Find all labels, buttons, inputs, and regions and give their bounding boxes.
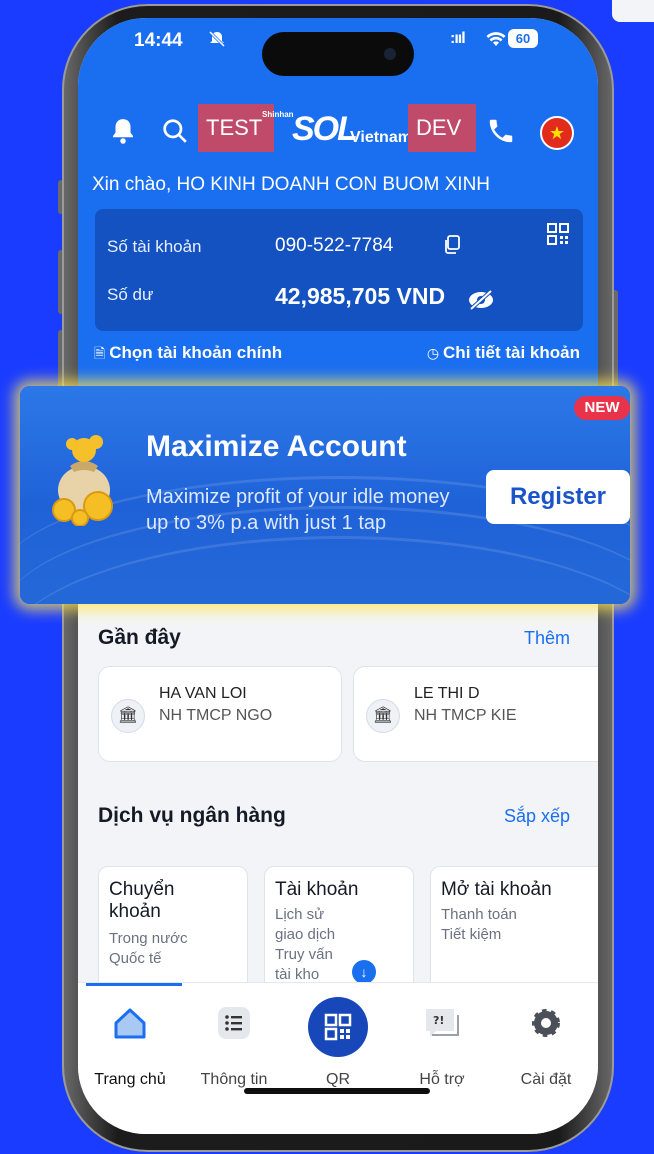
money-bag-icon bbox=[52, 435, 113, 526]
tab-label: QR bbox=[326, 1071, 350, 1088]
search-icon[interactable] bbox=[162, 118, 188, 144]
bank-icon: 🏛 bbox=[366, 699, 400, 733]
home-icon bbox=[114, 1008, 146, 1039]
service-sub: Trong nước bbox=[109, 930, 188, 947]
account-number-label: Số tài khoản bbox=[107, 237, 202, 256]
signal-icon: :ııl bbox=[450, 30, 466, 47]
logo-country: Vietnam bbox=[350, 129, 412, 146]
register-button[interactable]: Register bbox=[486, 470, 630, 524]
document-icon: 🗎 bbox=[94, 345, 106, 361]
scroll-down-icon[interactable]: ↓ bbox=[352, 960, 376, 984]
qr-code-icon[interactable] bbox=[547, 223, 569, 245]
choose-main-account-label: Chọn tài khoản chính bbox=[109, 343, 283, 362]
services-title: Dịch vụ ngân hàng bbox=[98, 804, 286, 827]
account-card: Số tài khoản 090-522-7784 Số dư 42,985,7… bbox=[95, 209, 583, 331]
svg-text:?!: ?! bbox=[433, 1014, 444, 1027]
service-title: Mở tài khoản bbox=[441, 879, 552, 900]
service-title-line: khoản bbox=[109, 901, 161, 922]
language-flag-icon[interactable]: ★ bbox=[540, 116, 574, 150]
account-details-label: Chi tiết tài khoản bbox=[443, 343, 580, 362]
recent-contact-name: LE THI D bbox=[414, 685, 480, 702]
settings-icon bbox=[532, 1009, 560, 1037]
corner-tab bbox=[612, 0, 654, 22]
battery-indicator: 60 bbox=[508, 29, 538, 48]
recent-contact-card[interactable]: 🏛 HA VAN LOI NH TMCP NGO bbox=[98, 666, 342, 762]
service-sub: Lịch sử bbox=[275, 906, 325, 923]
bank-icon: 🏛 bbox=[111, 699, 145, 733]
greeting-text: Xin chào, HO KINH DOANH CON BUOM XINH bbox=[92, 174, 491, 195]
notification-bell-icon[interactable] bbox=[108, 116, 138, 146]
service-sub: Thanh toán bbox=[441, 906, 517, 923]
status-bar: 14:44 :ııl 60 bbox=[78, 18, 598, 76]
balance-label: Số dư bbox=[107, 285, 154, 304]
copy-icon[interactable] bbox=[443, 235, 461, 255]
service-title: Tài khoản bbox=[275, 879, 359, 900]
logo-sol: SOL bbox=[292, 110, 358, 148]
tab-label: Hỗ trợ bbox=[419, 1071, 465, 1088]
qr-fab-button bbox=[308, 997, 368, 1057]
service-sub: giao dịch bbox=[275, 926, 336, 943]
services-sort-link[interactable]: Sắp xếp bbox=[504, 806, 570, 827]
recent-contact-bank: NH TMCP KIE bbox=[414, 707, 517, 724]
dynamic-island bbox=[262, 32, 414, 76]
recent-contact-name: HA VAN LOI bbox=[159, 685, 247, 702]
choose-main-account-link[interactable]: 🗎 Chọn tài khoản chính bbox=[94, 343, 282, 367]
service-sub: Quốc tế bbox=[109, 950, 162, 967]
status-time: 14:44 bbox=[134, 30, 183, 51]
hide-balance-icon[interactable] bbox=[467, 289, 495, 311]
support-icon: ?! bbox=[426, 1009, 459, 1037]
bottom-tab-bar: Trang chủ Thông tin QR ?! Hỗ trợ Cài đặt bbox=[78, 982, 598, 1134]
clock-icon: ◷ bbox=[426, 345, 440, 361]
phone-icon[interactable] bbox=[486, 116, 516, 146]
tab-label: Cài đặt bbox=[520, 1071, 572, 1088]
list-icon bbox=[218, 1007, 250, 1039]
tab-home[interactable]: Trang chủ bbox=[78, 983, 182, 1113]
dev-env-tag: DEV bbox=[408, 104, 476, 152]
recent-title: Gần đây bbox=[98, 626, 181, 649]
camera-dot bbox=[384, 48, 396, 60]
service-title: Chuyển khoản bbox=[109, 879, 175, 923]
wifi-icon bbox=[486, 32, 506, 46]
promo-description: Maximize profit of your idle money up to… bbox=[146, 486, 450, 534]
promo-title: Maximize Account bbox=[146, 430, 407, 463]
service-sub: Tiết kiệm bbox=[441, 926, 502, 943]
service-title-line: Chuyển bbox=[109, 879, 175, 900]
account-details-link[interactable]: ◷ Chi tiết tài khoản bbox=[427, 343, 580, 363]
silent-mode-icon bbox=[208, 30, 226, 48]
new-badge: NEW bbox=[574, 396, 630, 420]
app-header: TEST Shinhan SOL Vietnam DEV ★ bbox=[78, 104, 598, 154]
logo-brand-small: Shinhan bbox=[262, 110, 294, 119]
home-indicator bbox=[244, 1088, 430, 1094]
account-number: 090-522-7784 bbox=[275, 235, 394, 256]
promo-banner[interactable]: NEW Maximize Account Maximize profit of … bbox=[20, 386, 630, 604]
recent-more-link[interactable]: Thêm bbox=[524, 628, 570, 649]
service-sub: Truy vấn bbox=[275, 946, 333, 963]
tab-settings[interactable]: Cài đặt bbox=[494, 983, 598, 1113]
account-balance: 42,985,705 VND bbox=[275, 283, 446, 309]
recent-contact-card[interactable]: 🏛 LE THI D NH TMCP KIE bbox=[353, 666, 598, 762]
recent-contact-bank: NH TMCP NGO bbox=[159, 707, 273, 724]
qr-icon bbox=[324, 1013, 352, 1041]
tab-label: Trang chủ bbox=[94, 1071, 166, 1088]
tab-label: Thông tin bbox=[200, 1071, 268, 1088]
